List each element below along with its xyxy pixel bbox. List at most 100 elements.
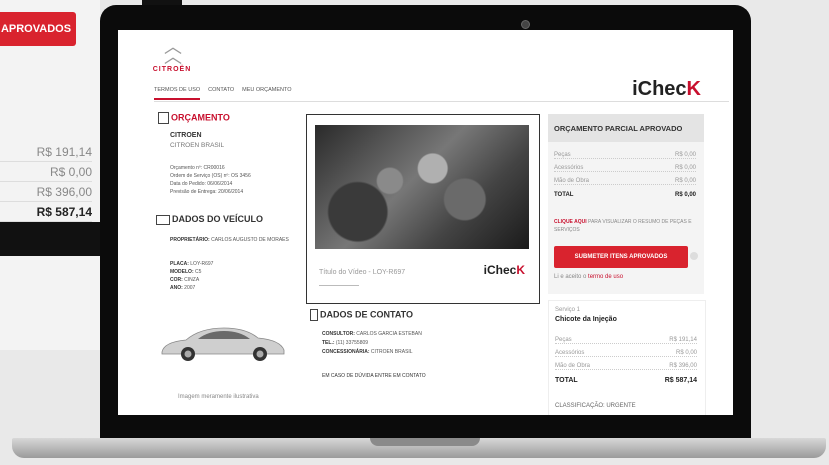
clique-aqui-link[interactable]: CLIQUE AQUI: [554, 219, 587, 225]
servico-title: Chicote da Injeção: [555, 316, 617, 323]
background-value: R$ 191,14: [0, 145, 92, 162]
servico-total: TOTAL R$ 587,14: [555, 377, 697, 384]
orcamento-line: Ordem de Serviço (OS) nº: OS 3456: [170, 173, 251, 179]
company-sub: CITROEN BRASIL: [170, 142, 225, 149]
terms-prefix: Li e aceito o: [554, 274, 587, 280]
nav-divider: [154, 101, 729, 102]
background-value: R$ 396,00: [0, 185, 92, 202]
parcial-row: Mão de Obra R$ 0,00: [554, 178, 696, 185]
veiculo-line: COR: CINZA: [170, 276, 199, 284]
orcamento-line: Data do Pedido: 06/06/2014: [170, 181, 233, 187]
citroen-logo[interactable]: ︿ ︿ CITROËN: [152, 37, 192, 73]
video-brand-k: K: [516, 263, 525, 277]
orcamento-line: Orçamento nº: CR00016: [170, 165, 225, 171]
servico-row-label: Peças: [555, 337, 572, 343]
background-value: R$ 0,00: [0, 165, 92, 182]
parcial-total-value: R$ 0,00: [674, 192, 696, 198]
parcial-note: CLIQUE AQUI PARA VISUALIZAR O RESUMO DE …: [554, 218, 694, 234]
servico-row: Mão de Obra R$ 396,00: [555, 363, 697, 370]
parcial-row: Peças R$ 0,00: [554, 152, 696, 159]
veiculo-line: PLACA: LOY-R697: [170, 260, 213, 268]
terms-link[interactable]: termo de uso: [588, 274, 623, 280]
video-player[interactable]: Título do Vídeo - LOY-R697 iChecK: [306, 114, 540, 304]
truck-icon: [156, 214, 170, 225]
brand-text: iChec: [632, 78, 687, 100]
background-approve-button: APROVADOS: [0, 12, 76, 46]
phone-icon: [310, 309, 318, 321]
parcial-row-label: Mão de Obra: [554, 178, 590, 184]
veiculo-line: PROPRIETÁRIO: CARLOS AUGUSTO DE MORAES: [170, 236, 290, 244]
citroen-chevron-icon: ︿ ︿: [164, 37, 182, 67]
panel-title: ORÇAMENTO PARCIAL APROVADO: [554, 124, 683, 133]
servico-row: Peças R$ 191,14: [555, 337, 697, 344]
contato-note: EM CASO DE DÚVIDA ENTRE EM CONTATO: [322, 373, 426, 379]
video-title: Título do Vídeo - LOY-R697: [319, 269, 406, 276]
video-title-underline: [319, 285, 359, 286]
video-brand-text: iChec: [483, 263, 517, 277]
veiculo-key: PLACA:: [170, 261, 189, 267]
contato-key: TEL.:: [322, 340, 335, 346]
brand-k: K: [686, 78, 701, 100]
nav-meu-orcamento[interactable]: MEU ORÇAMENTO: [242, 87, 291, 98]
veiculo-line: MODELO: C5: [170, 268, 201, 276]
panel-header: ORÇAMENTO PARCIAL APROVADO: [548, 114, 704, 142]
submit-toggle[interactable]: [690, 252, 698, 260]
parcial-row-label: Acessórios: [554, 165, 584, 171]
submit-button[interactable]: SUBMETER ITENS APROVADOS: [554, 246, 688, 268]
veiculo-key: PROPRIETÁRIO:: [170, 237, 210, 243]
veiculo-key: MODELO:: [170, 269, 194, 275]
contato-line: CONCESSIONÁRIA: CITROEN BRASIL: [322, 348, 413, 356]
parcial-row: Acessórios R$ 0,00: [554, 165, 696, 172]
servico-classificacao: CLASSIFICAÇÃO: URGENTE: [555, 403, 636, 409]
camera-icon: [521, 20, 530, 29]
engine-video-frame[interactable]: [315, 125, 529, 249]
veiculo-value: CINZA: [184, 277, 200, 283]
orcamento-title-text: ORÇAMENTO: [171, 112, 230, 123]
parcial-row-value: R$ 0,00: [674, 152, 696, 158]
document-icon: [158, 112, 169, 124]
contato-line: CONSULTOR: CARLOS GARCIA ESTEBAN: [322, 330, 422, 338]
nav-contato[interactable]: CONTATO: [208, 87, 234, 98]
veiculo-key: COR:: [170, 277, 183, 283]
laptop-notch: [370, 438, 480, 446]
car-caption: Imagem meramente ilustrativa: [178, 394, 259, 400]
veiculo-title-text: DADOS DO VEÍCULO: [172, 214, 264, 224]
parcial-row-value: R$ 0,00: [674, 165, 696, 171]
background-dark-bar: [0, 222, 100, 256]
company-name: CITROEN: [170, 132, 202, 139]
contato-title-text: DADOS DE CONTATO: [320, 309, 414, 320]
contato-key: CONSULTOR:: [322, 331, 355, 337]
orcamento-line: Previsão de Entrega: 20/06/2014: [170, 189, 244, 195]
top-nav: TERMOS DE USO CONTATO MEU ORÇAMENTO: [154, 87, 300, 100]
veiculo-line: ANO: 2007: [170, 284, 195, 292]
terms-line: Li e aceito o termo de uso: [554, 274, 623, 280]
orcamento-title: ORÇAMENTO: [158, 112, 230, 124]
orcamento-parcial-panel: ORÇAMENTO PARCIAL APROVADO Peças R$ 0,00 …: [548, 114, 704, 294]
contato-value: (11) 33755809: [335, 340, 369, 346]
contato-line: TEL.: (11) 33755809: [322, 339, 368, 347]
servico-row-label: Acessórios: [555, 350, 585, 356]
contato-key: CONCESSIONÁRIA:: [322, 349, 370, 355]
servico-row-value: R$ 396,00: [669, 363, 697, 369]
servico-label: Serviço 1: [555, 307, 581, 313]
parcial-row-value: R$ 0,00: [674, 178, 696, 184]
parcial-row-label: Peças: [554, 152, 571, 158]
contato-title: DADOS DE CONTATO: [310, 309, 413, 321]
servico-row-value: R$ 191,14: [669, 337, 697, 343]
parcial-total-label: TOTAL: [554, 192, 574, 198]
app-screen: ︿ ︿ CITROËN TERMOS DE USO CONTATO MEU ORÇAM…: [118, 30, 733, 415]
veiculo-title: DADOS DO VEÍCULO: [156, 214, 263, 225]
veiculo-value: CARLOS AUGUSTO DE MORAES: [211, 237, 289, 243]
servico-total-label: TOTAL: [555, 377, 578, 384]
parcial-total: TOTAL R$ 0,00: [554, 192, 696, 198]
contato-value: CITROEN BRASIL: [370, 349, 413, 355]
veiculo-value: 2007: [184, 285, 196, 291]
servico-total-value: R$ 587,14: [664, 377, 697, 384]
servico-row-value: R$ 0,00: [675, 350, 697, 356]
nav-termos[interactable]: TERMOS DE USO: [154, 87, 201, 100]
veiculo-value: LOY-R697: [190, 261, 214, 267]
veiculo-key: ANO:: [170, 285, 183, 291]
logo-text: CITROËN: [152, 66, 192, 73]
servico-row-label: Mão de Obra: [555, 363, 591, 369]
video-icheck-logo: iChecK: [484, 263, 525, 277]
